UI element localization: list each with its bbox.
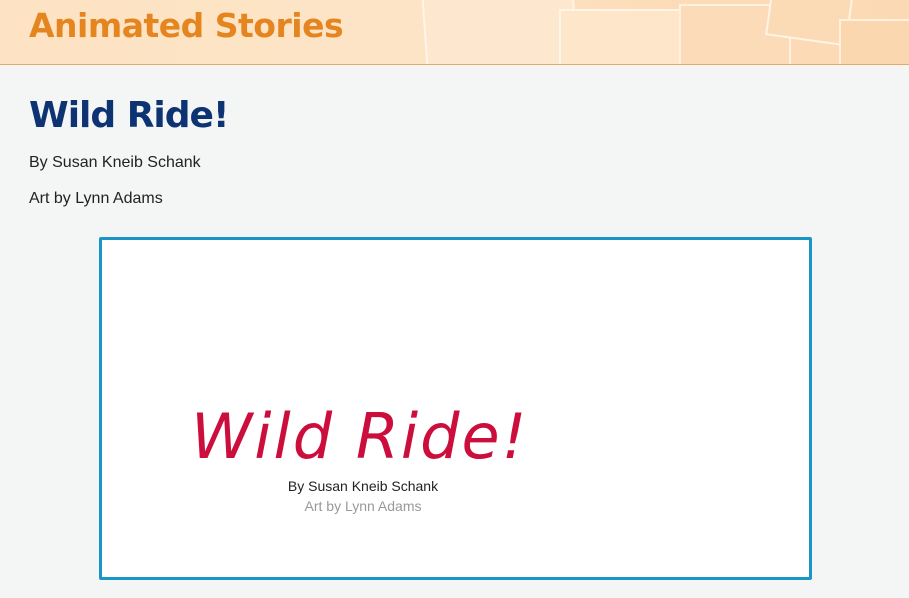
author-credit: By Susan Kneib Schank [29,154,201,171]
player-title: Wild Ride! [191,400,529,473]
page-title: Wild Ride! [29,95,229,136]
player-artist-credit: Art by Lynn Adams [304,498,422,514]
story-header: Wild Ride! [29,95,229,137]
artist-credit: Art by Lynn Adams [29,190,163,207]
story-player[interactable]: Wild Ride! By Susan Kneib Schank Art by … [99,237,812,580]
banner-title: Animated Stories [29,6,344,45]
player-author-credit: By Susan Kneib Schank [287,478,439,494]
header-banner: Animated Stories [0,0,909,65]
